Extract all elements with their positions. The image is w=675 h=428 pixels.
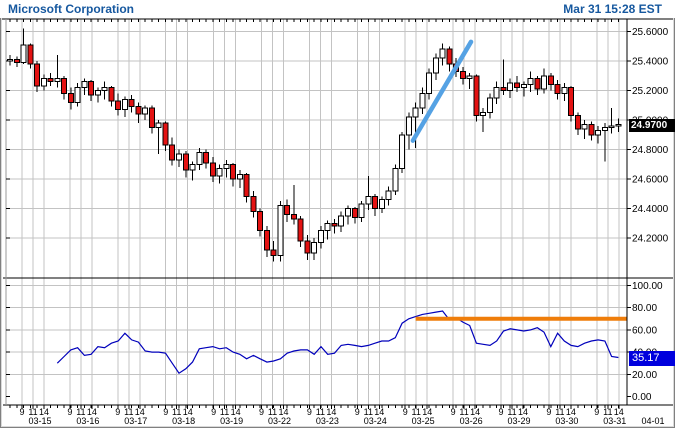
svg-text:20.00: 20.00 [632, 370, 657, 381]
last-price-badge: 24.9700 [629, 119, 675, 132]
svg-text:9: 9 [67, 407, 72, 417]
svg-text:03-24: 03-24 [364, 416, 387, 426]
svg-text:9: 9 [211, 407, 216, 417]
chart-window: Microsoft Corporation Mar 31 15:28 EST 2… [0, 0, 675, 428]
svg-text:24.6000: 24.6000 [632, 175, 669, 186]
svg-text:03-15: 03-15 [28, 416, 51, 426]
svg-text:03-31: 03-31 [603, 416, 626, 426]
svg-text:24.4000: 24.4000 [632, 204, 669, 215]
svg-text:9: 9 [403, 407, 408, 417]
svg-text:25.4000: 25.4000 [632, 57, 669, 68]
svg-text:25.2000: 25.2000 [632, 86, 669, 97]
svg-text:60.00: 60.00 [632, 325, 657, 336]
svg-text:9: 9 [498, 407, 503, 417]
svg-text:9: 9 [451, 407, 456, 417]
svg-text:9: 9 [115, 407, 120, 417]
chart-timestamp: Mar 31 15:28 EST [563, 2, 662, 16]
svg-text:24.8000: 24.8000 [632, 145, 669, 156]
svg-text:03-23: 03-23 [316, 416, 339, 426]
svg-text:9: 9 [594, 407, 599, 417]
svg-text:24.2000: 24.2000 [632, 234, 669, 245]
title-bar: Microsoft Corporation Mar 31 15:28 EST [0, 0, 675, 18]
svg-text:03-25: 03-25 [412, 416, 435, 426]
svg-text:03-30: 03-30 [555, 416, 578, 426]
svg-text:80.00: 80.00 [632, 303, 657, 314]
svg-text:03-17: 03-17 [124, 416, 147, 426]
time-axis-labels: 9 11 1403-159 11 1403-169 11 1403-179 11 1403-18… [19, 407, 664, 426]
svg-text:0.00: 0.00 [632, 392, 652, 403]
svg-text:03-16: 03-16 [76, 416, 99, 426]
indicator-axis-labels: 100.0080.0060.0040.0020.000.00 [632, 281, 663, 403]
price-chart-canvas[interactable]: 25.600025.400025.200025.000024.800024.60… [0, 0, 675, 428]
svg-text:03-19: 03-19 [220, 416, 243, 426]
svg-text:9: 9 [163, 407, 168, 417]
svg-text:25.6000: 25.6000 [632, 27, 669, 38]
svg-text:9: 9 [355, 407, 360, 417]
svg-text:03-26: 03-26 [460, 416, 483, 426]
indicator-value-badge: 35.17 [629, 351, 675, 366]
candlesticks [7, 28, 622, 262]
price-axis-labels: 25.600025.400025.200025.000024.800024.60… [632, 27, 669, 245]
svg-text:9: 9 [259, 407, 264, 417]
svg-text:03-29: 03-29 [507, 416, 530, 426]
svg-text:9: 9 [19, 407, 24, 417]
window-border [0, 0, 675, 428]
chart-title: Microsoft Corporation [8, 2, 134, 16]
svg-text:03-18: 03-18 [172, 416, 195, 426]
svg-text:100.00: 100.00 [632, 281, 663, 292]
horizontal-gridlines [6, 31, 627, 375]
svg-text:03-22: 03-22 [268, 416, 291, 426]
svg-text:9: 9 [546, 407, 551, 417]
svg-text:9: 9 [307, 407, 312, 417]
svg-text:04-01: 04-01 [641, 416, 664, 426]
